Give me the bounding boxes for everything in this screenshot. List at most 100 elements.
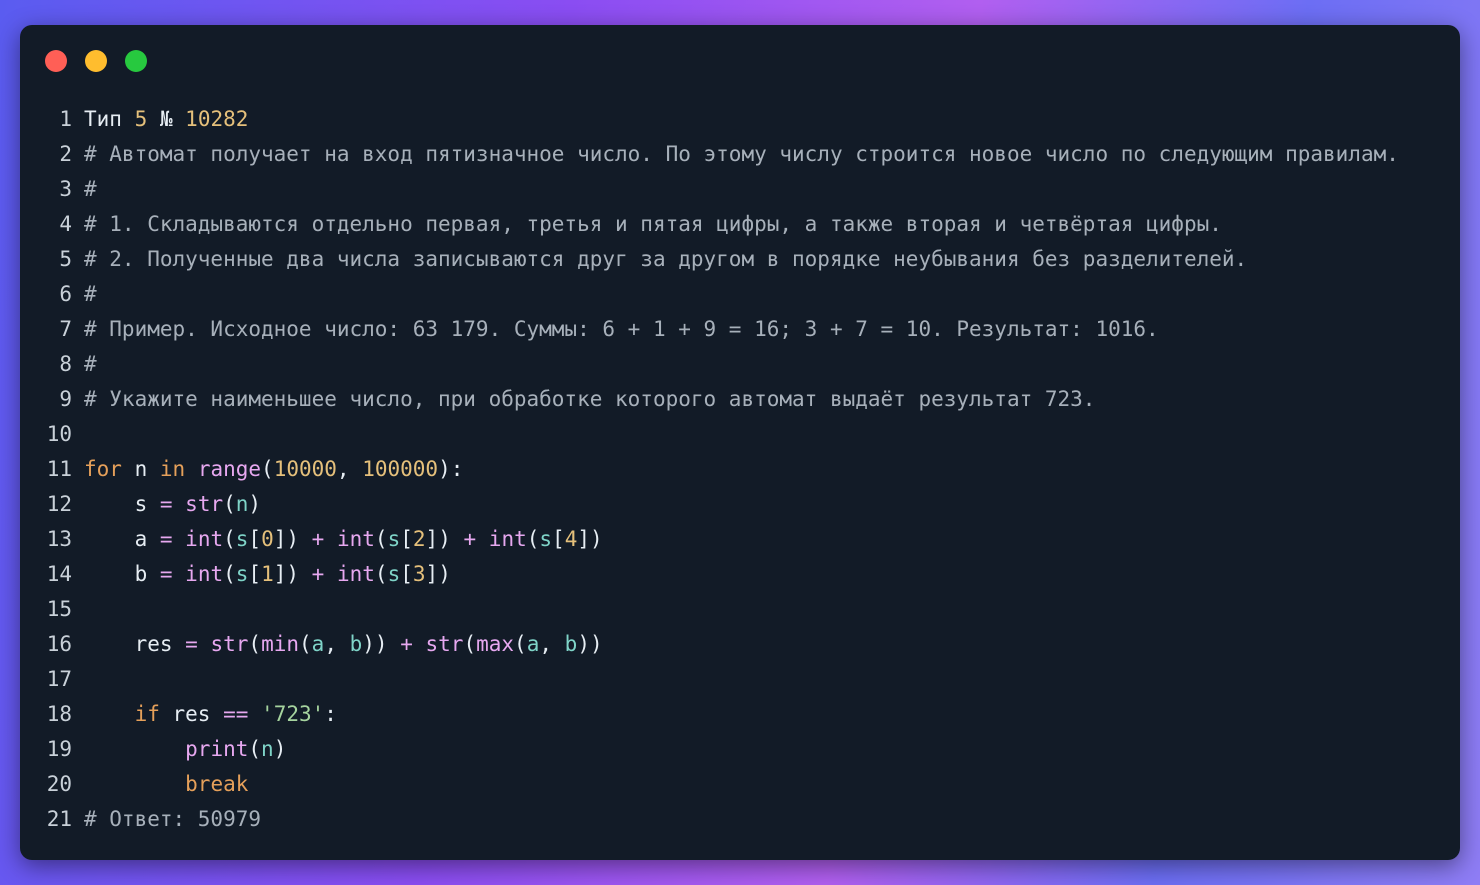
code-token: ( — [374, 527, 388, 551]
code-token: ]) — [577, 527, 603, 551]
code-token: s — [84, 492, 160, 516]
code-token: 0 — [261, 527, 274, 551]
code-token: ( — [223, 492, 236, 516]
code-token: )) — [577, 632, 603, 656]
code-token: a — [526, 632, 540, 656]
code-token: # — [84, 352, 97, 376]
code-token: , — [336, 457, 363, 481]
line-number: 3 — [59, 177, 72, 201]
code-line: 11 for n in range(10000, 100000): — [20, 452, 1460, 487]
line-content: for n in range(10000, 100000): — [84, 452, 1460, 487]
code-token: 4 — [564, 527, 578, 551]
line-number: 8 — [59, 352, 72, 376]
line-number: 11 — [46, 457, 72, 481]
code-token: ]) — [425, 527, 464, 551]
code-line: 14 b = int(s[1]) + int(s[3]) — [20, 557, 1460, 592]
line-content: # 2. Полученные два числа записываются д… — [84, 242, 1460, 277]
code-line: 3 # — [20, 172, 1460, 207]
code-token: 2 — [412, 527, 426, 551]
code-token: + — [463, 527, 477, 551]
code-line: 19 print(n) — [20, 732, 1460, 767]
code-token: : — [324, 702, 337, 726]
code-token: + — [400, 632, 413, 656]
code-token: ]) — [273, 527, 312, 551]
code-token: 10282 — [185, 107, 249, 131]
code-token: 1 — [261, 562, 274, 586]
line-number: 15 — [46, 597, 72, 621]
code-token: int — [336, 527, 375, 551]
line-content: # Укажите наименьшее число, при обработк… — [84, 382, 1460, 417]
code-token: b — [349, 632, 363, 656]
code-token: [ — [400, 562, 413, 586]
code-token: for — [84, 457, 122, 481]
code-token: int — [336, 562, 375, 586]
code-line: 6 # — [20, 277, 1460, 312]
code-token: n — [121, 457, 160, 481]
close-window-icon[interactable] — [45, 50, 67, 72]
code-token: ( — [223, 562, 236, 586]
code-line: 2 # Автомат получает на вход пятизначное … — [20, 137, 1460, 172]
line-content: Тип 5 № 10282 — [84, 102, 1460, 137]
code-token: s — [387, 527, 401, 551]
code-token: range — [197, 457, 262, 481]
line-content — [84, 417, 1460, 452]
code-token: int — [185, 562, 224, 586]
code-token: == — [223, 702, 249, 726]
code-token: + — [311, 527, 325, 551]
code-token: a — [84, 527, 160, 551]
code-line: 16 res = str(min(a, b)) + str(max(a, b)) — [20, 627, 1460, 662]
code-token: = — [159, 562, 173, 586]
code-token: # — [84, 282, 97, 306]
code-token: str — [425, 632, 464, 656]
line-number: 4 — [59, 212, 72, 236]
code-token: [ — [248, 562, 262, 586]
minimize-window-icon[interactable] — [85, 50, 107, 72]
code-token: '723' — [261, 702, 325, 726]
code-token: print — [185, 737, 249, 761]
code-token: [ — [248, 527, 262, 551]
code-token: ]) — [425, 562, 451, 586]
code-editor: 1 Тип 5 № 10282 2 # Автомат получает на вхо… — [20, 102, 1460, 837]
code-token: [ — [552, 527, 565, 551]
code-token: # Ответ: 50979 — [84, 807, 262, 831]
code-token: max — [476, 632, 515, 656]
code-token: b — [564, 632, 578, 656]
code-token: ( — [526, 527, 540, 551]
line-number: 20 — [46, 772, 72, 796]
code-token: ( — [261, 457, 274, 481]
maximize-window-icon[interactable] — [125, 50, 147, 72]
code-token: n — [235, 492, 249, 516]
code-token: # 2. Полученные два числа записываются д… — [84, 247, 1248, 271]
line-content: # — [84, 277, 1460, 312]
code-line: 1 Тип 5 № 10282 — [20, 102, 1460, 137]
line-content: if res == '723': — [84, 697, 1460, 732]
code-token: ( — [463, 632, 477, 656]
code-token: # Пример. Исходное число: 63 179. Суммы:… — [84, 317, 1159, 341]
line-number: 18 — [46, 702, 72, 726]
code-token: 5 — [134, 107, 148, 131]
code-line: 8 # — [20, 347, 1460, 382]
code-token: ( — [514, 632, 527, 656]
code-token: ( — [223, 527, 236, 551]
window-controls — [45, 50, 147, 72]
code-line: 10 — [20, 417, 1460, 452]
line-number: 19 — [46, 737, 72, 761]
code-token: ) — [273, 737, 287, 761]
code-token: int — [488, 527, 527, 551]
code-token: # Укажите наименьшее число, при обработк… — [84, 387, 1096, 411]
code-token: [ — [400, 527, 413, 551]
line-content: # 1. Складываются отдельно первая, треть… — [84, 207, 1460, 242]
code-token: # — [84, 177, 97, 201]
line-content: print(n) — [84, 732, 1460, 767]
code-token: ) — [248, 492, 262, 516]
line-content: a = int(s[0]) + int(s[2]) + int(s[4]) — [84, 522, 1460, 557]
code-token: ( — [299, 632, 312, 656]
